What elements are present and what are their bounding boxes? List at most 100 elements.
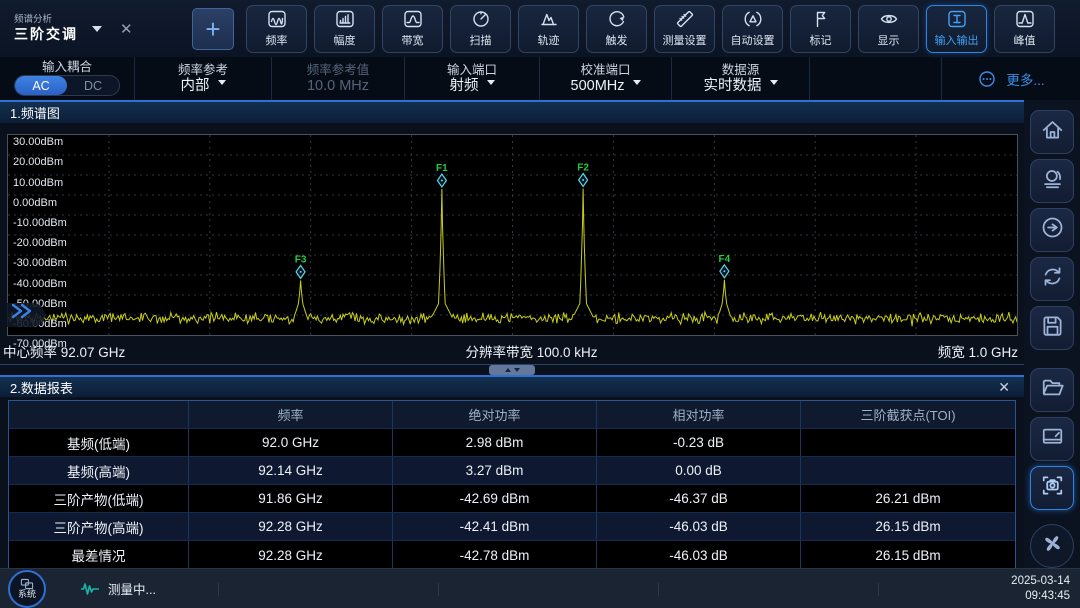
toolbar-button-trace[interactable]: 轨迹 bbox=[518, 5, 579, 53]
table-header-cell: 三阶截获点(TOI) bbox=[801, 401, 1015, 429]
sidebar-button-single[interactable] bbox=[1030, 208, 1074, 252]
setting-label: 输入端口 bbox=[447, 64, 497, 77]
toolbar-button-trigger[interactable]: 触发 bbox=[586, 5, 647, 53]
svg-text:F1: F1 bbox=[436, 163, 448, 174]
setting-value[interactable]: 实时数据 bbox=[704, 79, 778, 94]
report-panel-title: 2.数据报表 ✕ bbox=[0, 377, 1024, 397]
table-cell: -46.03 dB bbox=[597, 541, 801, 569]
setting-cal-port[interactable]: 校准端口500MHz bbox=[540, 57, 672, 100]
sidebar-button-screenshot[interactable] bbox=[1030, 466, 1074, 510]
splitter-handle[interactable] bbox=[489, 365, 535, 375]
table-cell: 基频(低端) bbox=[9, 429, 189, 457]
rbw-readout: 分辨率带宽 100.0 kHz bbox=[465, 341, 597, 361]
setting-data-source[interactable]: 数据源实时数据 bbox=[672, 57, 810, 100]
setting-freq-reference[interactable]: 频率参考内部 bbox=[135, 57, 272, 100]
toolbar-button-label: 轨迹 bbox=[538, 32, 560, 48]
toolbar-button-display[interactable]: 显示 bbox=[858, 5, 919, 53]
table-cell: -42.41 dBm bbox=[393, 513, 597, 541]
marker-icon bbox=[811, 9, 831, 29]
setting-input-port[interactable]: 输入端口射频 bbox=[405, 57, 540, 100]
table-cell: 26.21 dBm bbox=[801, 485, 1015, 513]
table-cell: -46.37 dB bbox=[597, 485, 801, 513]
toolbar-button-bandwidth[interactable]: 带宽 bbox=[382, 5, 443, 53]
table-cell: 92.28 GHz bbox=[189, 513, 393, 541]
spectrum-analyzer-app: 频谱分析 三阶交调 ✕ + 频率幅度带宽扫描轨迹触发测量设置自动设置标记显示输入… bbox=[0, 0, 1080, 608]
meas-setup-icon bbox=[675, 9, 695, 29]
sidebar-button-save[interactable] bbox=[1030, 306, 1074, 350]
toolbar-button-label: 显示 bbox=[878, 32, 900, 48]
window-icon bbox=[1040, 424, 1065, 454]
sidebar-button-home[interactable] bbox=[1030, 110, 1074, 154]
toolbar-button-peak[interactable]: 峰值 bbox=[994, 5, 1055, 53]
preset-icon bbox=[1040, 166, 1065, 196]
close-report-button[interactable]: ✕ bbox=[998, 379, 1014, 396]
setting-spacer bbox=[810, 57, 942, 100]
spectrum-panel: 1.频谱图 F3F1F2F4 30.00dBm20.00dBm10.00dBm0… bbox=[0, 100, 1024, 364]
chevron-down-icon[interactable] bbox=[92, 26, 102, 32]
sidebar-button-multiview[interactable] bbox=[1030, 524, 1074, 568]
toolbar-button-label: 频率 bbox=[266, 32, 288, 48]
trace-icon bbox=[539, 9, 559, 29]
more-ellipsis-icon bbox=[977, 69, 997, 89]
table-header-cell bbox=[9, 401, 189, 429]
table-cell: -42.69 dBm bbox=[393, 485, 597, 513]
svg-text:F4: F4 bbox=[719, 254, 731, 265]
toolbar-button-meas-setup[interactable]: 测量设置 bbox=[654, 5, 715, 53]
setting-value[interactable]: 500MHz bbox=[571, 79, 641, 94]
table-cell: 91.86 GHz bbox=[189, 485, 393, 513]
top-toolbar: 频谱分析 三阶交调 ✕ + 频率 幅度 带宽 扫描轨迹 触发测量设置自动设置标记显示 输入… bbox=[0, 0, 1080, 57]
setting-value[interactable]: 射频 bbox=[450, 79, 495, 94]
statusbar-separator bbox=[878, 583, 879, 596]
io-icon bbox=[947, 9, 967, 29]
input-coupling-option-dc[interactable]: DC bbox=[67, 76, 119, 95]
span-readout: 频宽 1.0 GHz bbox=[938, 341, 1018, 361]
expand-panel-handle[interactable] bbox=[7, 303, 45, 327]
setting-more[interactable]: 更多... bbox=[942, 57, 1080, 100]
home-icon bbox=[1040, 117, 1065, 147]
add-measurement-button[interactable]: + bbox=[192, 8, 234, 50]
app-mode-label: 频谱分析 bbox=[14, 14, 78, 26]
table-cell: 最差情况 bbox=[9, 541, 189, 569]
sweep-icon bbox=[471, 9, 491, 29]
table-cell: 3.27 dBm bbox=[393, 457, 597, 485]
spectrum-title-text: 1.频谱图 bbox=[10, 103, 60, 122]
splitter-down-icon bbox=[514, 368, 520, 372]
toolbar-button-label: 带宽 bbox=[402, 32, 424, 48]
toolbar-button-label: 幅度 bbox=[334, 32, 356, 48]
measurement-name: 三阶交调 bbox=[14, 26, 78, 44]
table-cell: -46.03 dB bbox=[597, 513, 801, 541]
display-icon bbox=[879, 9, 899, 29]
toolbar-button-freq[interactable]: 频率 bbox=[246, 5, 307, 53]
sidebar-button-open[interactable] bbox=[1030, 368, 1074, 412]
toolbar-button-marker[interactable]: 标记 bbox=[790, 5, 851, 53]
panel-splitter bbox=[0, 364, 1024, 375]
marker-F4[interactable]: F4 bbox=[719, 254, 731, 278]
sidebar-button-continuous[interactable] bbox=[1030, 257, 1074, 301]
freq-icon bbox=[267, 9, 287, 29]
center-frequency-readout: 中心频率 92.07 GHz bbox=[3, 341, 125, 361]
toolbar-button-amplitude[interactable]: 幅度 bbox=[314, 5, 375, 53]
toolbar-buttons: 频率 幅度 带宽 扫描轨迹 触发测量设置自动设置标记显示 输入输出峰值 bbox=[246, 5, 1055, 53]
single-icon bbox=[1040, 215, 1065, 245]
table-cell: 92.14 GHz bbox=[189, 457, 393, 485]
system-button[interactable]: 系统 bbox=[8, 570, 46, 608]
input-coupling-option-ac[interactable]: AC bbox=[15, 76, 67, 95]
table-cell: 92.0 GHz bbox=[189, 429, 393, 457]
measurement-selector[interactable]: 频谱分析 三阶交调 ✕ bbox=[14, 14, 186, 43]
sidebar-button-window[interactable] bbox=[1030, 417, 1074, 461]
sidebar-button-preset[interactable] bbox=[1030, 159, 1074, 203]
double-chevron-right-icon bbox=[9, 303, 35, 319]
setting-value[interactable]: 内部 bbox=[181, 79, 226, 94]
multiview-icon bbox=[1040, 531, 1065, 561]
close-measurement-button[interactable]: ✕ bbox=[120, 20, 133, 38]
status-bar: 系统 测量中... 2025-03-14 09:43:45 bbox=[0, 568, 1080, 608]
statusbar-separator bbox=[218, 583, 219, 596]
toolbar-button-sweep[interactable]: 扫描 bbox=[450, 5, 511, 53]
status-text: 测量中... bbox=[108, 579, 156, 598]
open-icon bbox=[1040, 375, 1065, 405]
setting-label: 数据源 bbox=[722, 64, 760, 77]
toolbar-button-io[interactable]: 输入输出 bbox=[926, 5, 987, 53]
spectrum-trace-svg: F3F1F2F4 bbox=[8, 135, 1017, 335]
chevron-down-icon bbox=[770, 80, 778, 85]
toolbar-button-auto-setup[interactable]: 自动设置 bbox=[722, 5, 783, 53]
